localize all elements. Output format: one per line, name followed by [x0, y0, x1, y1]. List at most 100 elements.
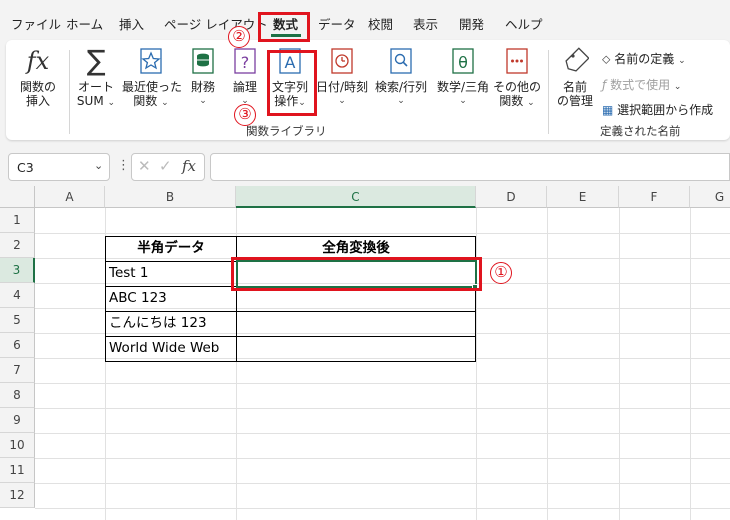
clock-icon — [331, 48, 353, 74]
tab-developer[interactable]: 開発 — [459, 14, 484, 33]
column-header-d[interactable]: D — [476, 186, 547, 208]
tab-review[interactable]: 校閲 — [368, 14, 393, 33]
annotation-box-text-button — [267, 50, 317, 116]
svg-text:?: ? — [241, 53, 250, 72]
tab-home[interactable]: ホーム — [66, 14, 103, 33]
cancel-icon[interactable]: ✕ — [138, 157, 151, 175]
tab-help[interactable]: ヘルプ — [505, 14, 543, 33]
more-options-icon[interactable]: ⋮ — [117, 158, 130, 173]
logical-label: 論理 — [232, 80, 257, 94]
chevron-down-icon: ⌄ — [678, 56, 686, 66]
annotation-box-formulas-tab — [258, 12, 310, 42]
fx-icon: fx — [26, 47, 50, 75]
create-from-selection-button[interactable]: ▦ 選択範囲から作成 — [602, 101, 713, 118]
cell-b2[interactable]: 半角データ — [106, 236, 236, 261]
cell-b4[interactable]: ABC 123 — [106, 286, 236, 311]
cell-b6[interactable]: World Wide Web — [106, 336, 236, 361]
svg-text:θ: θ — [458, 53, 468, 72]
annotation-marker-1: ① — [490, 262, 512, 284]
column-header-c[interactable]: C — [236, 186, 476, 208]
more-label-1: その他の — [492, 80, 541, 94]
chevron-down-icon: ⌄ — [397, 96, 405, 106]
datetime-button[interactable]: 日付/時刻 ⌄ — [314, 46, 370, 108]
row-header-9[interactable]: 9 — [0, 408, 35, 433]
logical-button[interactable]: ? 論理 ⌄ — [228, 46, 262, 108]
tab-view[interactable]: 表示 — [413, 14, 438, 33]
tag-icon: ⬦ — [602, 52, 611, 66]
chevron-down-icon: ⌄ — [199, 96, 207, 106]
fx-small-icon: ƒ — [602, 78, 607, 92]
formula-input[interactable] — [210, 153, 730, 181]
coins-icon — [192, 48, 214, 74]
column-header-g[interactable]: G — [690, 186, 730, 208]
insert-function-icon[interactable]: fx — [182, 157, 196, 175]
select-all-corner[interactable] — [0, 186, 35, 208]
use-in-formula-button[interactable]: ƒ 数式で使用 ⌄ — [602, 76, 681, 93]
gridline — [35, 383, 730, 384]
theta-icon: θ — [452, 48, 474, 74]
math-label: 数学/三角 — [436, 80, 490, 94]
sigma-icon: ∑ — [86, 44, 106, 77]
row-header-7[interactable]: 7 — [0, 358, 35, 383]
name-manager-label-1: 名前 — [562, 80, 587, 94]
cell-b3[interactable]: Test 1 — [106, 261, 236, 286]
more-functions-button[interactable]: その他の 関数 ⌄ — [492, 46, 542, 110]
recently-used-button[interactable]: 最近使った 関数 ⌄ — [122, 46, 182, 110]
tag-icon — [565, 47, 589, 72]
tab-page-layout[interactable]: ページ レイアウト — [164, 14, 268, 33]
datetime-label: 日付/時刻 — [315, 80, 369, 94]
ribbon-tab-bar: ファイル ホーム 挿入 ページ レイアウト 数式 データ 校閲 表示 開発 ヘル… — [0, 0, 730, 40]
row-header-11[interactable]: 11 — [0, 458, 35, 483]
math-button[interactable]: θ 数学/三角 ⌄ — [434, 46, 492, 108]
gridline — [35, 433, 730, 434]
gridline — [476, 208, 477, 520]
table-border — [475, 236, 476, 362]
row-header-3[interactable]: 3 — [0, 258, 35, 283]
insert-function-label-2: 挿入 — [25, 94, 50, 108]
chevron-down-icon[interactable]: ⌄ — [94, 159, 103, 172]
column-header-f[interactable]: F — [619, 186, 690, 208]
gridline — [35, 483, 730, 484]
create-from-selection-label: 選択範囲から作成 — [617, 103, 714, 117]
chevron-down-icon: ⌄ — [527, 98, 535, 108]
formula-buttons: ✕ ✓ fx — [131, 153, 205, 181]
autosum-button[interactable]: ∑ オート SUM ⌄ — [74, 46, 118, 110]
magnifier-icon — [390, 48, 412, 74]
define-name-button[interactable]: ⬦ 名前の定義 ⌄ — [602, 50, 686, 67]
financial-label: 財務 — [190, 80, 215, 94]
chevron-down-icon: ⌄ — [338, 96, 346, 106]
check-icon[interactable]: ✓ — [159, 157, 172, 175]
spreadsheet-grid: A B C D E F G 1 2 3 4 5 6 7 8 9 10 11 12… — [0, 186, 730, 520]
separator — [548, 50, 549, 134]
column-header-a[interactable]: A — [35, 186, 105, 208]
name-manager-button[interactable]: 名前 の管理 — [554, 46, 596, 108]
cell-b5[interactable]: こんにちは 123 — [106, 311, 236, 336]
lookup-button[interactable]: 検索/行列 ⌄ — [372, 46, 430, 108]
gridline — [619, 208, 620, 520]
chevron-down-icon: ⌄ — [107, 98, 116, 108]
group-label-function-library: 関数ライブラリ — [246, 124, 327, 138]
financial-button[interactable]: 財務 ⌄ — [186, 46, 220, 108]
row-header-12[interactable]: 12 — [0, 483, 35, 508]
row-header-8[interactable]: 8 — [0, 383, 35, 408]
question-icon: ? — [234, 48, 256, 74]
star-icon — [140, 48, 162, 74]
row-header-6[interactable]: 6 — [0, 333, 35, 358]
column-header-e[interactable]: E — [547, 186, 619, 208]
tab-insert[interactable]: 挿入 — [119, 14, 144, 33]
gridline — [547, 208, 548, 520]
ribbon-panel: fx 関数の 挿入 ∑ オート SUM ⌄ 最近使った 関数 ⌄ 財務 ⌄ ? … — [6, 40, 730, 140]
tab-data[interactable]: データ — [318, 14, 356, 33]
row-header-2[interactable]: 2 — [0, 233, 35, 258]
insert-function-button[interactable]: fx 関数の 挿入 — [14, 46, 62, 108]
insert-function-label-1: 関数の — [19, 80, 56, 94]
recent-label-2: 関数 — [133, 94, 158, 108]
column-header-b[interactable]: B — [105, 186, 236, 208]
tab-file[interactable]: ファイル — [11, 14, 61, 33]
row-header-1[interactable]: 1 — [0, 208, 35, 233]
row-header-5[interactable]: 5 — [0, 308, 35, 333]
more-dots-icon — [506, 48, 528, 74]
autosum-label-2: SUM — [76, 94, 104, 108]
row-header-4[interactable]: 4 — [0, 283, 35, 308]
row-header-10[interactable]: 10 — [0, 433, 35, 458]
